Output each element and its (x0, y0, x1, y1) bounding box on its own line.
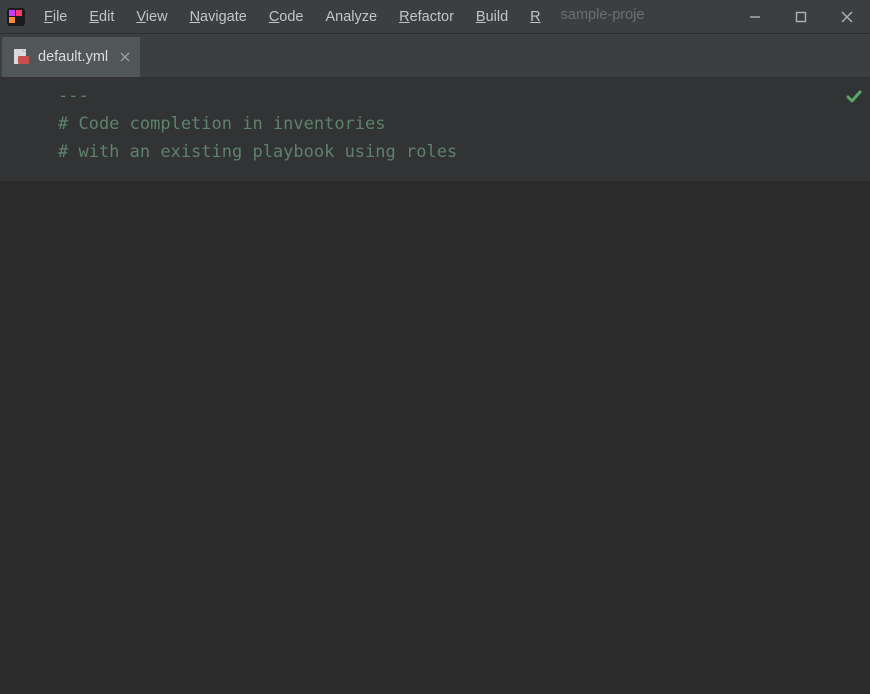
menu-code[interactable]: Code (261, 7, 312, 27)
yaml-file-icon (12, 48, 30, 66)
inspections-ok-icon[interactable] (846, 86, 862, 114)
window-controls (732, 0, 870, 33)
editor-gutter (0, 78, 48, 181)
menu-refactor[interactable]: Refactor (391, 7, 462, 27)
menu-navigate[interactable]: Navigate (182, 7, 255, 27)
menu-analyze[interactable]: Analyze (318, 7, 386, 27)
menu-view[interactable]: View (128, 7, 175, 27)
code-area[interactable]: --- # Code completion in inventories # w… (48, 78, 870, 694)
maximize-button[interactable] (778, 0, 824, 34)
titlebar: File Edit View Navigate Code Analyze Ref… (0, 0, 870, 34)
minimize-button[interactable] (732, 0, 778, 34)
app-icon (6, 7, 26, 27)
code-line: --- (58, 82, 870, 110)
menu-file[interactable]: File (36, 7, 75, 27)
search-everywhere[interactable]: sample-proje (561, 7, 651, 27)
close-icon[interactable] (116, 49, 130, 65)
menu-build[interactable]: Build (468, 7, 516, 27)
tab-filename: default.yml (38, 49, 108, 65)
editor-tab[interactable]: default.yml (2, 37, 140, 77)
menu-bar: File Edit View Navigate Code Analyze Ref… (36, 7, 651, 27)
editor: --- # Code completion in inventories # w… (0, 78, 870, 694)
close-button[interactable] (824, 0, 870, 34)
menu-run[interactable]: R (522, 7, 548, 27)
code-line: # Code completion in inventories (58, 110, 870, 138)
editor-gutter (0, 181, 48, 694)
editor-tabs: default.yml (0, 34, 870, 78)
code-lines: --- # Code completion in inventories # w… (58, 82, 870, 166)
menu-edit[interactable]: Edit (81, 7, 122, 27)
code-line: # with an existing playbook using roles (58, 138, 870, 166)
